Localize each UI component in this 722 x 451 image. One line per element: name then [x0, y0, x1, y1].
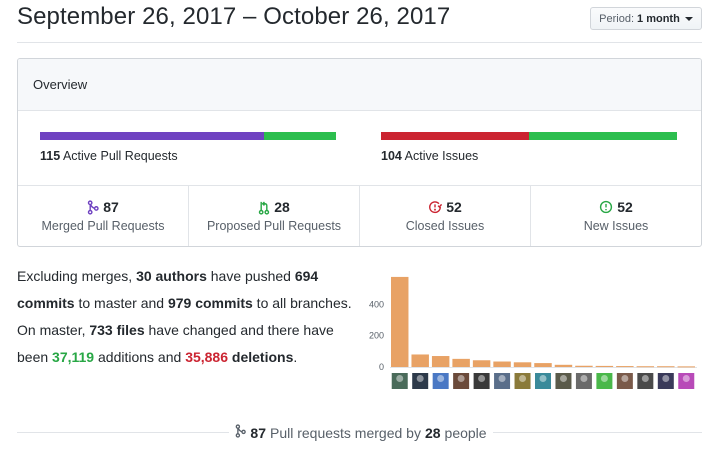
open-issue-icon — [599, 200, 613, 214]
closed-issues-value: 52 — [446, 199, 462, 215]
pr-open-segment — [264, 132, 336, 140]
commit-bar[interactable] — [636, 366, 655, 368]
commit-bar[interactable] — [595, 365, 614, 367]
open-pr-icon — [258, 200, 270, 215]
commit-bar[interactable] — [616, 366, 634, 368]
commit-bar[interactable] — [657, 366, 675, 368]
avatar-head-shape — [641, 375, 649, 382]
commit-bar[interactable] — [472, 360, 491, 367]
avatar-head-shape — [600, 375, 608, 382]
avatar-head-shape — [519, 375, 527, 382]
contributors-commit-chart: 0 200 400 — [360, 268, 705, 398]
overview-stats: 87 Merged Pull Requests 28 Proposed Pull… — [18, 186, 701, 246]
merged-pr-label: Merged Pull Requests — [41, 219, 165, 233]
proposed-pr-label: Proposed Pull Requests — [206, 219, 342, 233]
new-issues-value: 52 — [617, 199, 633, 215]
active-pull-requests-label: Active Pull Requests — [62, 149, 178, 163]
y-tick-label: 400 — [369, 299, 384, 309]
authors-count[interactable]: 30 authors — [136, 268, 207, 284]
stat-closed-issues[interactable]: 52 Closed Issues — [360, 186, 531, 246]
merged-summary: 87 Pull requests merged by 28 people — [0, 424, 722, 441]
all-commits-count: 979 commits — [167, 295, 253, 311]
avatar-head-shape — [559, 375, 567, 382]
active-issues-label: Active Issues — [404, 149, 479, 163]
closed-issues-label: Closed Issues — [405, 219, 485, 233]
issues-new-segment — [529, 132, 677, 140]
issues-closed-segment — [381, 132, 529, 140]
summary-text: to master and — [74, 295, 168, 311]
overview-panel: Overview 115 Active Pull Requests 104 Ac… — [17, 58, 702, 247]
commit-bar[interactable] — [534, 363, 552, 367]
pr-merged-segment — [40, 132, 265, 140]
avatar-head-shape — [416, 375, 424, 382]
period-select-button[interactable]: Period: 1 month — [590, 7, 702, 30]
people-count: 28 — [424, 424, 441, 441]
period-value: 1 month — [637, 12, 680, 25]
commit-bar[interactable] — [431, 356, 450, 367]
issues-bar[interactable] — [381, 132, 677, 140]
proposed-pr-value: 28 — [274, 199, 290, 215]
summary-text: Excluding merges, — [17, 268, 137, 284]
summary-text: additions — [94, 349, 155, 365]
avatar-head-shape — [662, 375, 670, 382]
avatar-head-shape — [457, 375, 465, 382]
commit-bar[interactable] — [575, 365, 593, 367]
commit-bar[interactable] — [493, 361, 511, 367]
insights-pulse-page: September 26, 2017 – October 26, 2017 Pe… — [0, 0, 722, 451]
page-title: September 26, 2017 – October 26, 2017 — [17, 3, 451, 30]
commit-chart-svg: 0 200 400 — [369, 276, 697, 389]
merged-pr-icon — [87, 199, 99, 215]
y-tick-label: 0 — [379, 362, 384, 372]
deletions-count: 35,886 — [185, 349, 229, 365]
merged-text: Pull requests merged by — [269, 424, 421, 441]
active-issues-caption[interactable]: 104 Active Issues — [381, 149, 478, 163]
commit-bar[interactable] — [677, 366, 695, 368]
pull-requests-bar[interactable] — [40, 132, 336, 140]
overview-title: Overview — [33, 77, 88, 92]
period-prefix: Period: — [599, 12, 635, 25]
merged-count: 87 — [250, 424, 266, 441]
avatar-head-shape — [621, 375, 629, 382]
y-tick-label: 200 — [369, 331, 384, 341]
avatar-head-shape — [580, 375, 588, 382]
avatar-head-shape — [396, 375, 404, 382]
header-divider — [17, 42, 702, 43]
avatar-head-shape — [478, 375, 486, 382]
merged-text-end: people — [444, 424, 487, 441]
merged-pr-value: 87 — [103, 199, 119, 215]
commit-bar[interactable] — [554, 364, 573, 367]
avatar-head-shape — [437, 375, 445, 382]
active-pull-requests-count: 115 — [40, 149, 61, 163]
summary-text: . — [293, 349, 298, 365]
avatar-head-shape — [539, 375, 547, 382]
overview-header: Overview — [18, 59, 701, 111]
summary-text: and — [154, 349, 186, 365]
commit-summary: Excluding merges, 30 authors have pushed… — [17, 263, 357, 371]
stat-new-issues[interactable]: 52 New Issues — [531, 186, 701, 246]
new-issues-label: New Issues — [583, 219, 649, 233]
stat-merged-pull-requests[interactable]: 87 Merged Pull Requests — [18, 186, 189, 246]
active-issues-count: 104 — [381, 149, 402, 163]
summary-text: have pushed — [206, 268, 295, 284]
stat-proposed-pull-requests[interactable]: 28 Proposed Pull Requests — [189, 186, 360, 246]
additions-count: 37,119 — [52, 349, 95, 365]
avatar-head-shape — [682, 375, 690, 382]
commit-bar[interactable] — [411, 354, 429, 367]
caret-down-icon — [684, 16, 693, 21]
deletions-word: deletions — [228, 349, 294, 365]
commit-bar[interactable] — [513, 362, 532, 367]
merged-pr-icon — [235, 424, 247, 441]
commit-bar[interactable] — [391, 276, 409, 367]
commit-bar[interactable] — [452, 358, 470, 367]
active-pull-requests-caption[interactable]: 115 Active Pull Requests — [40, 149, 178, 163]
avatar-head-shape — [498, 375, 506, 382]
closed-issue-icon — [428, 200, 443, 214]
overview-bars: 115 Active Pull Requests 104 Active Issu… — [18, 111, 701, 186]
files-changed-count: 733 files — [89, 322, 145, 338]
